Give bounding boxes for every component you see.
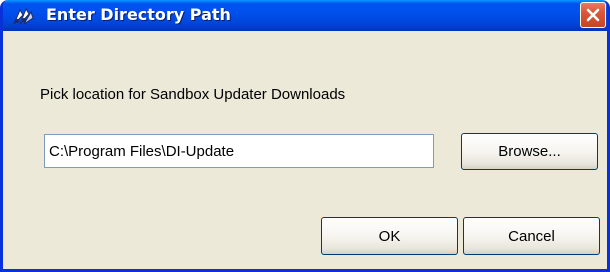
close-icon [586, 8, 600, 22]
close-button[interactable] [580, 2, 606, 28]
ok-button[interactable]: OK [321, 217, 458, 255]
prompt-label: Pick location for Sandbox Updater Downlo… [40, 86, 346, 103]
sandbox-app-icon [12, 6, 34, 26]
cancel-button[interactable]: Cancel [463, 217, 600, 255]
browse-button[interactable]: Browse... [461, 133, 598, 170]
enter-directory-path-dialog: Enter Directory Path Pick location for S… [0, 0, 610, 272]
title-bar[interactable]: Enter Directory Path [3, 0, 607, 31]
directory-path-input[interactable] [44, 134, 434, 168]
window-title: Enter Directory Path [46, 5, 231, 24]
